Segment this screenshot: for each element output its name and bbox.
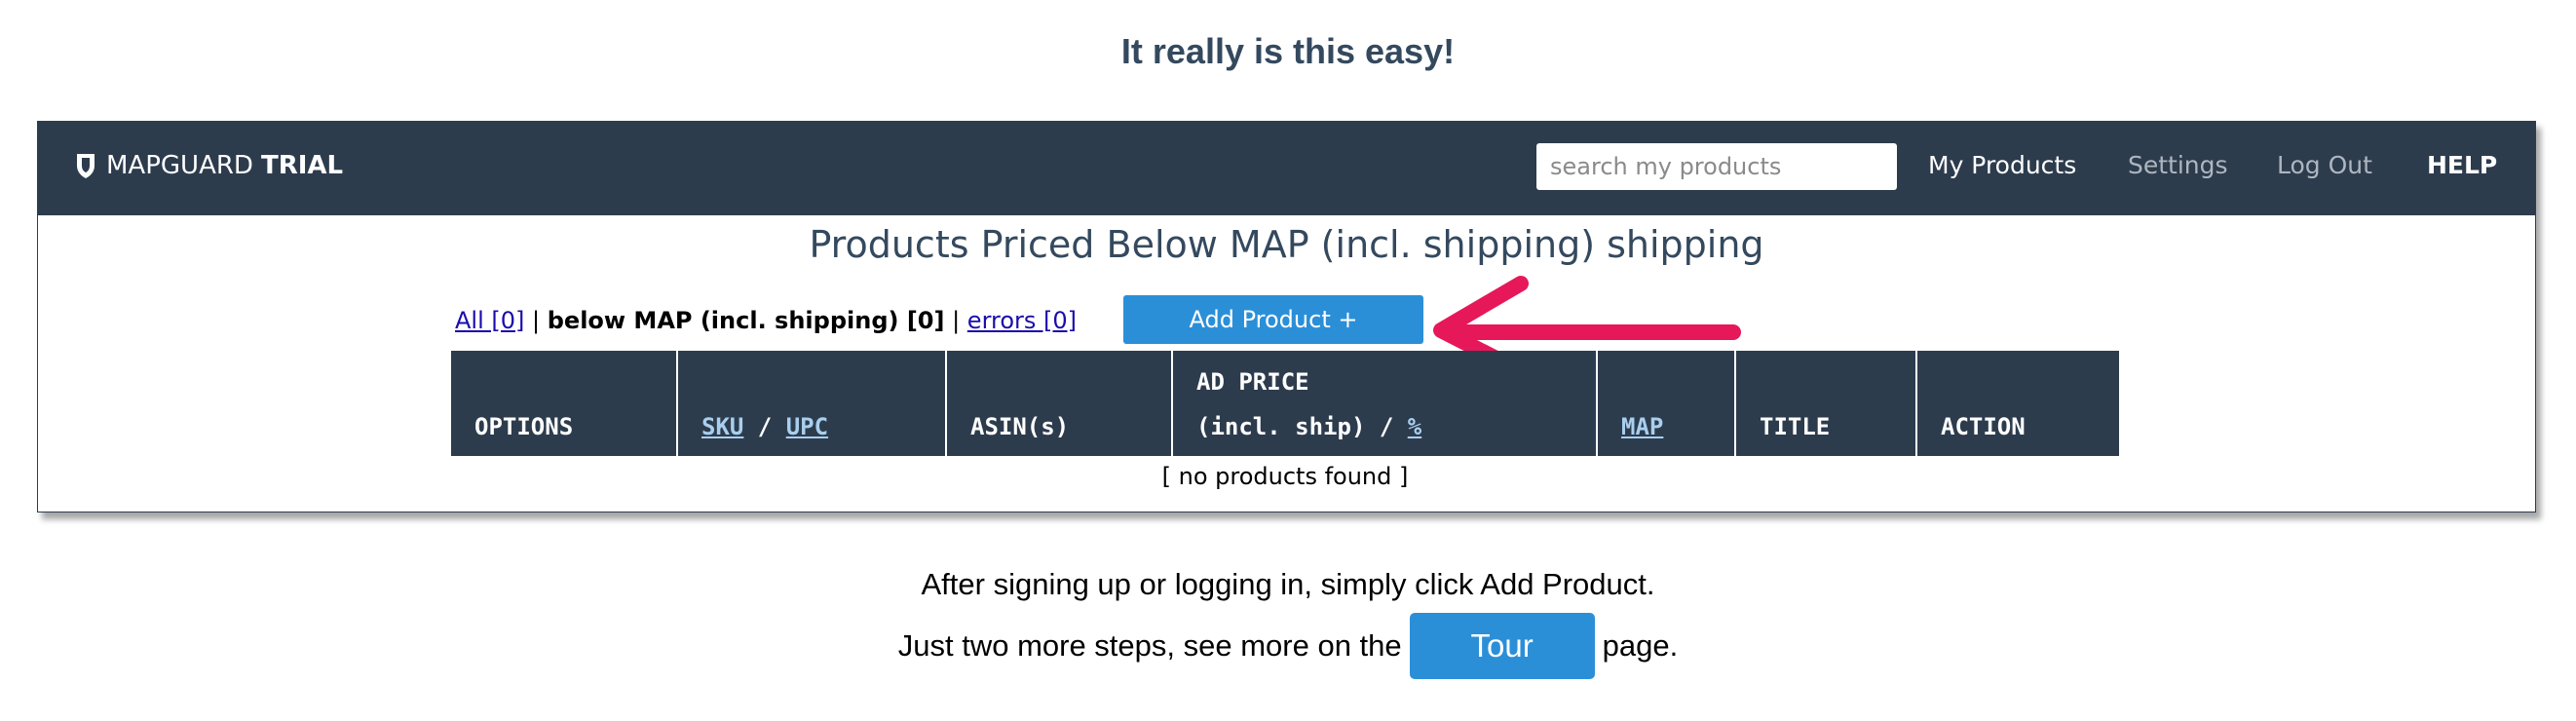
- brand-name: MAPGUARD: [106, 151, 253, 180]
- column-options-label: OPTIONS: [474, 413, 574, 440]
- sku-upc-separator: /: [743, 413, 786, 440]
- brand-suffix: TRIAL: [260, 151, 344, 180]
- column-asin-label: ASIN(s): [970, 413, 1070, 440]
- headline: It really is this easy!: [1120, 31, 1456, 71]
- filter-separator: |: [944, 307, 967, 334]
- brand-logo[interactable]: MAPGUARD TRIAL: [75, 151, 343, 180]
- filter-errors-link[interactable]: errors [0]: [967, 307, 1077, 334]
- column-sku-upc: SKU / UPC: [678, 351, 947, 456]
- nav-help[interactable]: HELP: [2427, 151, 2497, 179]
- navbar: MAPGUARD TRIAL My Products Settings Log …: [38, 122, 2535, 215]
- footer-instructions: After signing up or logging in, simply c…: [921, 567, 1655, 601]
- sort-sku-link[interactable]: SKU: [701, 413, 743, 440]
- products-table-header: OPTIONS SKU / UPC ASIN(s) AD PRICE (incl…: [451, 351, 2119, 456]
- column-options: OPTIONS: [451, 351, 678, 456]
- footer-tour-suffix: page.: [1602, 628, 1679, 663]
- column-ad-price-label: AD PRICE: [1196, 368, 1309, 396]
- search-input[interactable]: [1536, 143, 1897, 190]
- column-action: ACTION: [1917, 351, 2119, 456]
- filter-separator: |: [524, 307, 548, 334]
- footer-tour-prefix: Just two more steps, see more on the: [897, 628, 1402, 663]
- filter-bar: All [0] | below MAP (incl. shipping) [0]…: [455, 307, 1077, 334]
- column-asin: ASIN(s): [947, 351, 1173, 456]
- column-action-label: ACTION: [1941, 413, 2026, 440]
- column-map: MAP: [1598, 351, 1736, 456]
- sort-percent-link[interactable]: %: [1408, 413, 1421, 440]
- column-title: TITLE: [1736, 351, 1917, 456]
- footer-tour-line: Just two more steps, see more on the Tou…: [0, 612, 2576, 680]
- shield-icon: [77, 154, 95, 178]
- nav-settings[interactable]: Settings: [2128, 151, 2228, 179]
- filter-below-map: below MAP (incl. shipping) [0]: [547, 307, 945, 334]
- tour-button[interactable]: Tour: [1409, 613, 1595, 679]
- page-title: Products Priced Below MAP (incl. shippin…: [809, 223, 1764, 266]
- add-product-button[interactable]: Add Product +: [1123, 295, 1423, 344]
- app-screenshot-frame: MAPGUARD TRIAL My Products Settings Log …: [37, 121, 2536, 512]
- sort-upc-link[interactable]: UPC: [786, 413, 828, 440]
- nav-log-out[interactable]: Log Out: [2277, 151, 2372, 179]
- column-ad-price-sub: (incl. ship) /: [1196, 413, 1408, 440]
- empty-state-text: [ no products found ]: [1161, 463, 1409, 490]
- sort-map-link[interactable]: MAP: [1621, 413, 1663, 440]
- filter-all-link[interactable]: All [0]: [455, 307, 524, 334]
- nav-my-products[interactable]: My Products: [1928, 151, 2076, 179]
- column-title-label: TITLE: [1760, 413, 1831, 440]
- column-ad-price: AD PRICE (incl. ship) / %: [1173, 351, 1598, 456]
